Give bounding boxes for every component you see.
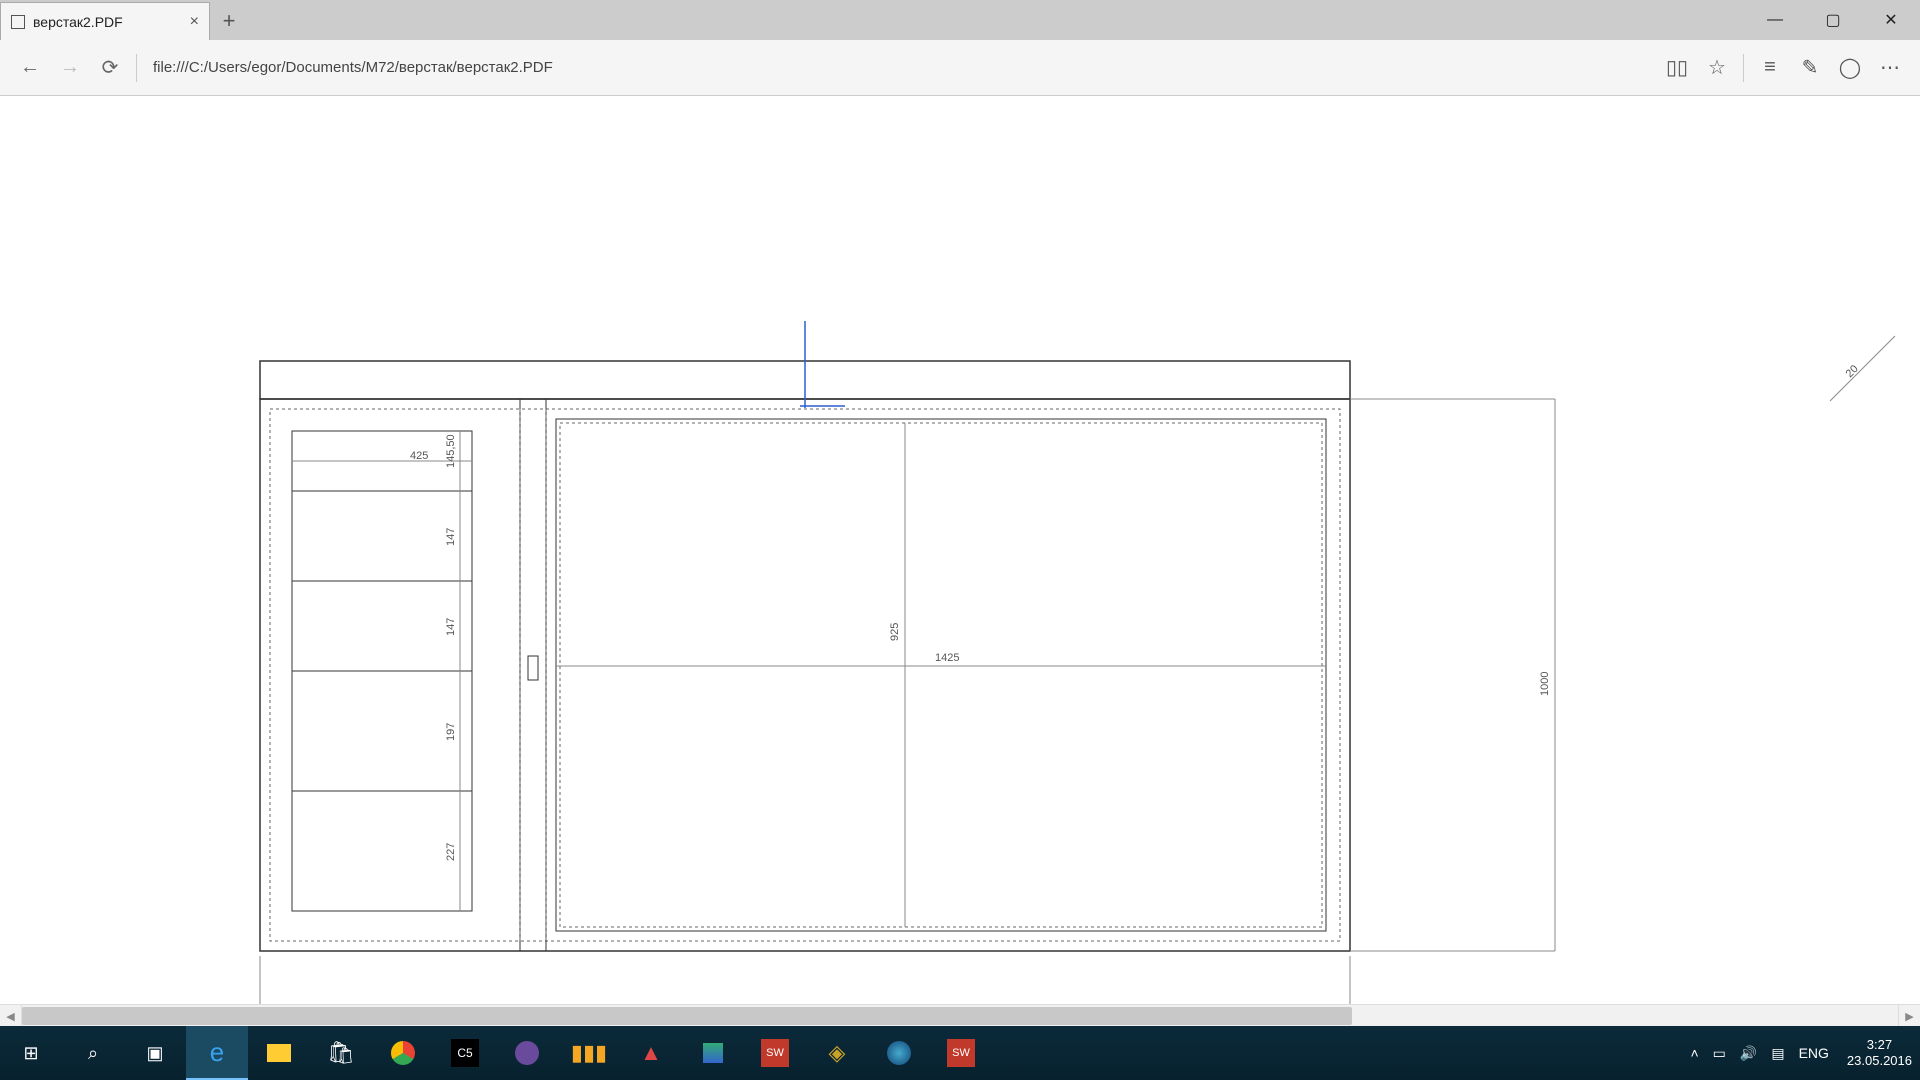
window-controls: — ▢ ✕ <box>1746 0 1920 40</box>
close-button[interactable]: ✕ <box>1862 0 1920 40</box>
taskbar-app-solidworks1[interactable]: SW <box>744 1026 806 1080</box>
dim-drawer-width: 425 <box>410 450 428 462</box>
technical-drawing: 2000 1000 1425 925 425 145,50 147 147 19… <box>0 96 1920 1004</box>
more-icon[interactable]: ⋯ <box>1870 48 1910 88</box>
hub-icon[interactable]: ≡ <box>1750 48 1790 88</box>
reading-view-icon[interactable]: ▯▯ <box>1657 48 1697 88</box>
scroll-right-icon[interactable]: ▶ <box>1898 1005 1920 1027</box>
back-button[interactable]: ← <box>10 48 50 88</box>
taskbar-app-edge[interactable]: e <box>186 1026 248 1080</box>
dim-scale-mark: 20 <box>1844 363 1861 380</box>
browser-tab[interactable]: верстак2.PDF × <box>0 2 210 40</box>
clock-date: 23.05.2016 <box>1847 1053 1912 1069</box>
pdf-viewport[interactable]: 2000 1000 1425 925 425 145,50 147 147 19… <box>0 96 1920 1004</box>
dim-overall-height: 1000 <box>1539 672 1551 696</box>
toolbar-right: ▯▯ ☆ ≡ ✎ ◯ ⋯ <box>1657 48 1910 88</box>
taskbar-app-bars[interactable]: ▮▮▮ <box>558 1026 620 1080</box>
browser-toolbar: ← → ⟳ file:///C:/Users/egor/Documents/M7… <box>0 40 1920 96</box>
taskbar: ⊞ ⌕ ▣ e 🛍 C5 ▮▮▮ ▲ SW ◈ SW ˄ ▭ 🔊 ▤ ENG 3… <box>0 1026 1920 1080</box>
tray-volume-icon[interactable]: 🔊 <box>1740 1045 1757 1062</box>
titlebar: верстак2.PDF × + — ▢ ✕ <box>0 0 1920 40</box>
dim-row1: 145,50 <box>445 434 457 468</box>
dim-row2: 147 <box>445 528 457 546</box>
taskbar-app-explorer[interactable] <box>248 1026 310 1080</box>
dim-right-height: 925 <box>889 623 901 641</box>
task-view-button[interactable]: ▣ <box>124 1026 186 1080</box>
tray-notifications-icon[interactable]: ▤ <box>1771 1045 1784 1062</box>
dim-right-width: 1425 <box>935 652 959 664</box>
scrollbar-thumb[interactable] <box>22 1007 1352 1025</box>
webnote-icon[interactable]: ✎ <box>1790 48 1830 88</box>
address-bar[interactable]: file:///C:/Users/egor/Documents/M72/верс… <box>143 59 1657 76</box>
taskbar-apps: ⊞ ⌕ ▣ e 🛍 C5 ▮▮▮ ▲ SW ◈ SW <box>0 1026 992 1080</box>
forward-button[interactable]: → <box>50 48 90 88</box>
tray-language[interactable]: ENG <box>1799 1045 1829 1061</box>
tray-chevron-icon[interactable]: ˄ <box>1690 1045 1698 1061</box>
refresh-button[interactable]: ⟳ <box>90 48 130 88</box>
favorite-icon[interactable]: ☆ <box>1697 48 1737 88</box>
taskbar-app-store[interactable]: 🛍 <box>310 1026 372 1080</box>
maximize-button[interactable]: ▢ <box>1804 0 1862 40</box>
document-icon <box>11 15 25 29</box>
search-button[interactable]: ⌕ <box>62 1026 124 1080</box>
share-icon[interactable]: ◯ <box>1830 48 1870 88</box>
taskbar-app-autocad[interactable]: ▲ <box>620 1026 682 1080</box>
tab-title: верстак2.PDF <box>33 14 172 30</box>
system-tray: ˄ ▭ 🔊 ▤ ENG 3:27 23.05.2016 <box>1690 1026 1920 1080</box>
taskbar-app-generic2[interactable] <box>682 1026 744 1080</box>
clock-time: 3:27 <box>1847 1037 1912 1053</box>
horizontal-scrollbar[interactable]: ◀ ▶ <box>0 1004 1920 1026</box>
taskbar-app-chrome[interactable] <box>372 1026 434 1080</box>
separator <box>1743 54 1744 82</box>
dim-row4: 197 <box>445 723 457 741</box>
scroll-left-icon[interactable]: ◀ <box>0 1005 22 1027</box>
minimize-button[interactable]: — <box>1746 0 1804 40</box>
taskbar-app-solidworks2[interactable]: SW <box>930 1026 992 1080</box>
tray-network-icon[interactable]: ▭ <box>1713 1045 1726 1062</box>
tab-close-icon[interactable]: × <box>190 13 199 31</box>
taskbar-clock[interactable]: 3:27 23.05.2016 <box>1847 1037 1912 1069</box>
taskbar-app-generic4[interactable] <box>868 1026 930 1080</box>
start-button[interactable]: ⊞ <box>0 1026 62 1080</box>
new-tab-button[interactable]: + <box>210 2 248 40</box>
separator <box>136 54 137 82</box>
dim-row5: 227 <box>445 843 457 861</box>
taskbar-app-generic3[interactable]: ◈ <box>806 1026 868 1080</box>
dim-row3: 147 <box>445 618 457 636</box>
taskbar-app-generic1[interactable] <box>496 1026 558 1080</box>
taskbar-app-c5[interactable]: C5 <box>434 1026 496 1080</box>
